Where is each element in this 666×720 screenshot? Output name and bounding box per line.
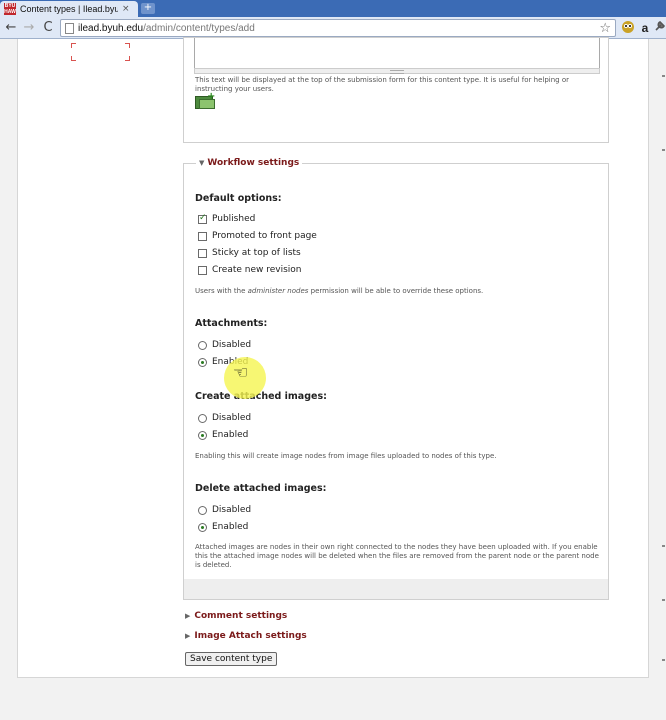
help-emphasis: administer nodes xyxy=(247,287,309,295)
create-images-help: Enabling this will create image nodes fr… xyxy=(195,452,497,460)
option-label: Promoted to front page xyxy=(212,231,317,241)
help-text: Users with the xyxy=(195,287,248,295)
expand-triangle-icon: ▶ xyxy=(185,612,191,620)
reload-icon[interactable]: C xyxy=(40,20,56,36)
option-label: Disabled xyxy=(212,413,252,423)
option-label: Sticky at top of lists xyxy=(212,248,301,258)
forward-icon[interactable]: → xyxy=(21,20,37,36)
delete-attached-images-title: Delete attached images: xyxy=(195,483,327,494)
insert-image-icon[interactable]: + xyxy=(195,91,217,110)
crop-corner-mark xyxy=(125,56,130,61)
delete-images-enabled[interactable]: Enabled xyxy=(198,522,248,532)
option-label: Disabled xyxy=(212,340,252,350)
page-icon xyxy=(65,22,74,34)
option-label: Enabled xyxy=(212,522,249,532)
create-images-enabled[interactable]: Enabled xyxy=(198,430,248,440)
comment-settings-legend[interactable]: ▶ Comment settings xyxy=(185,611,287,621)
url-host: ilead.byuh.edu xyxy=(78,22,144,34)
workflow-settings-legend[interactable]: ▼ Workflow settings xyxy=(196,158,303,168)
browser-tab[interactable]: BYU HAW Content types | Ilead.byuh... × xyxy=(0,1,138,17)
extension-owl-icon[interactable] xyxy=(620,20,636,36)
promoted-checkbox[interactable] xyxy=(198,231,207,241)
delete-images-enabled-radio[interactable] xyxy=(198,522,207,532)
browser-toolbar: ← → C ilead.byuh.edu /admin/content/type… xyxy=(0,17,666,39)
bookmark-star-icon[interactable]: ☆ xyxy=(599,21,611,36)
address-bar[interactable]: ilead.byuh.edu /admin/content/types/add … xyxy=(60,19,616,37)
tab-title: Content types | Ilead.byuh... xyxy=(20,4,118,14)
delete-images-help: Attached images are nodes in their own r… xyxy=(195,543,599,569)
default-options-title: Default options: xyxy=(195,193,282,204)
option-published[interactable]: Published xyxy=(198,213,256,224)
url-path: /admin/content/types/add xyxy=(143,22,255,34)
collapse-triangle-icon: ▼ xyxy=(199,159,205,167)
explanation-textarea[interactable] xyxy=(194,38,600,69)
tab-close-icon[interactable]: × xyxy=(122,4,130,14)
page-content: This text will be displayed at the top o… xyxy=(17,37,649,678)
attachments-disabled-radio[interactable] xyxy=(198,340,207,350)
create-images-enabled-radio[interactable] xyxy=(198,430,207,440)
published-checkbox[interactable] xyxy=(198,213,207,224)
hand-cursor-icon: ☜ xyxy=(233,363,249,383)
delete-images-disabled-radio[interactable] xyxy=(198,505,207,515)
favicon-icon: BYU HAW xyxy=(4,3,16,15)
option-label: Create new revision xyxy=(212,265,302,275)
help-text: permission will be able to override thes… xyxy=(308,287,484,295)
textarea-resize-handle[interactable] xyxy=(194,68,600,74)
expand-triangle-icon: ▶ xyxy=(185,632,191,640)
delete-images-disabled[interactable]: Disabled xyxy=(198,505,251,515)
fieldset-footer xyxy=(184,579,608,599)
create-images-disabled-radio[interactable] xyxy=(198,413,207,423)
crop-corner-mark xyxy=(125,43,130,48)
submission-form-fieldset: This text will be displayed at the top o… xyxy=(183,37,609,143)
new-tab-button[interactable]: + xyxy=(141,3,155,14)
option-label: Disabled xyxy=(212,505,252,515)
tab-strip: BYU HAW Content types | Ilead.byuh... × … xyxy=(0,0,666,17)
create-attached-images-title: Create attached images: xyxy=(195,391,327,402)
option-label: Enabled xyxy=(212,430,249,440)
crop-corner-mark xyxy=(71,43,76,48)
attachments-enabled-radio[interactable] xyxy=(198,357,207,367)
attachments-title: Attachments: xyxy=(195,318,268,329)
crop-corner-mark xyxy=(71,56,76,61)
save-content-type-button[interactable]: Save content type xyxy=(185,652,278,666)
back-icon[interactable]: ← xyxy=(3,20,19,36)
create-images-disabled[interactable]: Disabled xyxy=(198,413,251,423)
workflow-settings-title: Workflow settings xyxy=(207,158,300,168)
attachments-disabled[interactable]: Disabled xyxy=(198,340,251,350)
default-options-help: Users with the administer nodes permissi… xyxy=(195,287,605,296)
explanation-help-text: This text will be displayed at the top o… xyxy=(195,76,569,93)
option-label: Published xyxy=(212,214,256,224)
image-attach-settings-title: Image Attach settings xyxy=(194,631,307,641)
scrollbar-edge[interactable] xyxy=(660,39,666,679)
option-new-revision[interactable]: Create new revision xyxy=(198,265,302,275)
comment-settings-title: Comment settings xyxy=(194,611,288,621)
new-revision-checkbox[interactable] xyxy=(198,265,207,275)
sticky-checkbox[interactable] xyxy=(198,248,207,258)
option-promoted[interactable]: Promoted to front page xyxy=(198,231,317,241)
option-sticky[interactable]: Sticky at top of lists xyxy=(198,248,301,258)
image-attach-settings-legend[interactable]: ▶ Image Attach settings xyxy=(185,631,307,641)
wrench-menu-icon[interactable] xyxy=(652,20,666,36)
amazon-icon[interactable]: a xyxy=(637,20,653,36)
